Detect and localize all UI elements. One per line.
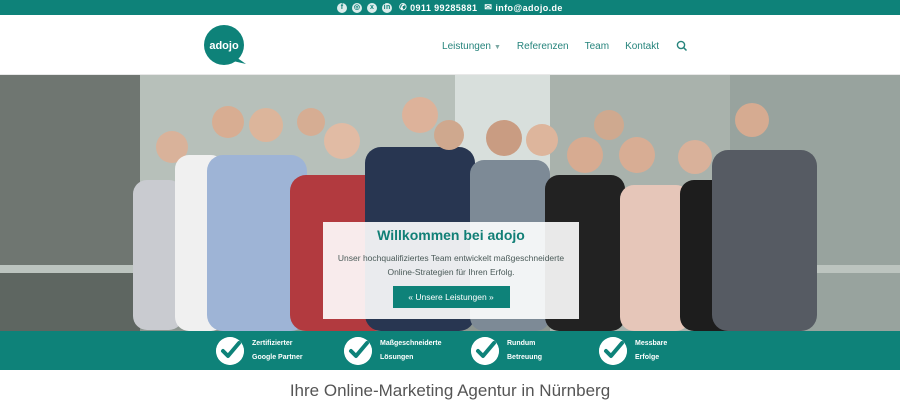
feature-label: Maßgeschneiderte Lösungen xyxy=(380,337,441,365)
checkmark-icon xyxy=(216,337,244,365)
envelope-icon: ✉ xyxy=(484,2,493,12)
contact-bar: f ◎ x in ✆ 0911 99285881 ✉ info@adojo.de xyxy=(0,0,900,15)
main-nav: Leistungen ▼ Referenzen Team Kontakt xyxy=(442,39,689,53)
xing-icon[interactable]: x xyxy=(367,2,378,13)
services-button[interactable]: « Unsere Leistungen » xyxy=(392,286,510,308)
phone-number: 0911 99285881 xyxy=(410,2,478,13)
hero-section: Willkommen bei adojo Unser hochqualifizi… xyxy=(0,75,900,331)
hero-text: Unser hochqualifiziertes Team entwickelt… xyxy=(323,251,579,279)
nav-item-leistungen[interactable]: Leistungen ▼ xyxy=(442,41,501,52)
facebook-icon[interactable]: f xyxy=(337,2,348,13)
phone-icon: ✆ xyxy=(399,2,408,12)
feature-item: Messbare Erfolge xyxy=(599,337,667,365)
feature-label-line1: Messbare xyxy=(635,340,668,347)
feature-label-line1: Maßgeschneiderte xyxy=(380,340,442,347)
nav-item-team[interactable]: Team xyxy=(585,41,609,52)
nav-item-kontakt[interactable]: Kontakt xyxy=(625,41,659,52)
instagram-icon[interactable]: ◎ xyxy=(352,2,363,13)
feature-label-line2: Betreuung xyxy=(507,354,542,361)
feature-label-line2: Lösungen xyxy=(380,354,414,361)
checkmark-icon xyxy=(344,337,372,365)
feature-label-line2: Erfolge xyxy=(635,354,660,361)
feature-item: Rundum Betreuung xyxy=(471,337,542,365)
feature-label: Rundum Betreuung xyxy=(507,337,542,365)
feature-label-line1: Rundum xyxy=(507,340,536,347)
page-headline: Ihre Online-Marketing Agentur in Nürnber… xyxy=(289,381,611,400)
chevron-down-icon: ▼ xyxy=(493,43,501,51)
nav-label: Leistungen xyxy=(442,40,491,52)
feature-label-line2: Google Partner xyxy=(252,354,303,361)
email-link[interactable]: ✉ info@adojo.de xyxy=(484,2,562,13)
feature-item: Maßgeschneiderte Lösungen xyxy=(344,337,441,365)
welcome-box: Willkommen bei adojo Unser hochqualifizi… xyxy=(323,222,579,319)
feature-label-line1: Zertifizierter xyxy=(252,340,293,347)
feature-item: Zertifizierter Google Partner xyxy=(216,337,303,365)
feature-label: Zertifizierter Google Partner xyxy=(252,337,303,365)
search-icon[interactable] xyxy=(675,39,689,53)
site-header: adojo Leistungen ▼ Referenzen Team Kontak… xyxy=(0,15,900,75)
nav-item-referenzen[interactable]: Referenzen xyxy=(517,41,569,52)
hero-text-line2: Online-Strategien für Ihren Erfolg. xyxy=(387,267,515,277)
checkmark-icon xyxy=(471,337,499,365)
feature-label: Messbare Erfolge xyxy=(635,337,667,365)
features-bar: Zertifizierter Google Partner Maßgeschne… xyxy=(0,331,900,370)
phone-link[interactable]: ✆ 0911 99285881 xyxy=(399,2,477,13)
logo-text: adojo xyxy=(209,40,239,52)
checkmark-icon xyxy=(599,337,627,365)
email-address: info@adojo.de xyxy=(495,2,563,13)
linkedin-icon[interactable]: in xyxy=(382,2,393,13)
hero-text-line1: Unser hochqualifiziertes Team entwickelt… xyxy=(337,253,565,263)
hero-title: Willkommen bei adojo xyxy=(377,227,525,243)
logo[interactable]: adojo xyxy=(203,24,247,68)
